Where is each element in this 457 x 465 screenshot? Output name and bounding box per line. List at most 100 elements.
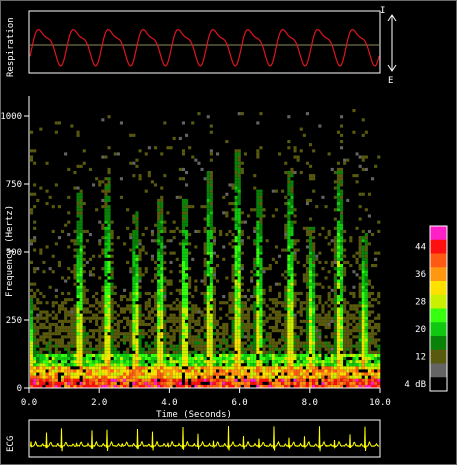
y-tick-label: 750 [6,180,22,190]
spectrogram-cell [305,273,309,277]
spectrogram-cell [206,223,210,227]
spectrogram-cell [358,372,362,376]
spectrogram-cell [247,307,251,311]
spectrogram-cell [312,236,316,240]
spectrogram-cell [209,381,213,385]
spectrogram-cell [76,338,80,342]
spectrogram-cell [107,270,111,274]
spectrogram-cell [293,254,297,258]
spectrogram-cell [67,298,71,302]
spectrogram-cell [340,251,344,255]
spectrogram-cell [126,360,130,364]
spectrogram-cell [349,304,353,308]
spectrogram-cell [169,229,173,233]
spectrogram-cell [132,291,136,295]
spectrogram-cell [30,242,34,246]
spectrogram-cell [76,341,80,345]
spectrogram-cell [268,332,272,336]
spectrogram-cell [293,353,297,357]
spectrogram-cell [169,279,173,283]
spectrogram-cell [219,341,223,345]
spectrogram-cell [216,338,220,342]
spectrogram-cell [135,360,139,364]
spectrogram-cell [48,329,52,333]
spectrogram-cell [188,313,192,317]
spectrogram-cell [324,378,328,382]
spectrogram-cell [209,236,213,240]
spectrogram-cell [150,381,154,385]
spectrogram-cell [349,332,353,336]
spectrogram-cell [225,372,229,376]
spectrogram-cell [281,338,285,342]
spectrogram-cell [54,316,58,320]
spectrogram-cell [185,223,189,227]
spectrogram-cell [181,242,185,246]
spectrogram-cell [144,350,148,354]
spectrogram-cell [79,198,83,202]
spectrogram-cell [104,245,108,249]
spectrogram-cell [101,198,105,202]
spectrogram-cell [309,248,313,252]
spectrogram-cell [259,112,263,116]
spectrogram-cell [340,338,344,342]
spectrogram-cell [377,360,381,364]
spectrogram-cell [312,298,316,302]
spectrogram-cell [312,270,316,274]
spectrogram-cell [336,335,340,339]
spectrogram-cell [352,295,356,299]
spectrogram-cell [333,319,337,323]
spectrogram-cell [76,226,80,230]
spectrogram-cell [250,350,254,354]
spectrogram-cell [61,338,65,342]
spectrogram-cell [222,195,226,199]
spectrogram-cell [228,369,232,373]
spectrogram-cell [178,264,182,268]
spectrogram-cell [169,335,173,339]
spectrogram-cell [327,285,331,289]
spectrogram-cell [147,357,151,361]
spectrogram-cell [113,375,117,379]
spectrogram-cell [240,375,244,379]
spectrogram-cell [203,177,207,181]
spectrogram-cell [358,251,362,255]
spectrogram-cell [309,329,313,333]
spectrogram-cell [253,335,257,339]
spectrogram-cell [234,152,238,156]
ecg-plot-frame [28,419,381,458]
spectrogram-cell [185,202,189,206]
spectrogram-cell [132,267,136,271]
spectrogram-cell [57,319,61,323]
spectrogram-cell [265,335,269,339]
spectrogram-cell [219,233,223,237]
spectrogram-cell [281,189,285,193]
spectrogram-cell [175,369,179,373]
spectrogram-cell [265,350,269,354]
spectrogram-cell [336,375,340,379]
spectrogram-cell [234,360,238,364]
spectrogram-cell [268,335,272,339]
spectrogram-cell [79,301,83,305]
spectrogram-cell [330,260,334,264]
spectrogram-cell [178,366,182,370]
spectrogram-cell [256,310,260,314]
spectrogram-cell [231,270,235,274]
spectrogram-cell [104,288,108,292]
spectrogram-cell [85,229,89,233]
spectrogram-cell [54,360,58,364]
spectrogram-cell [104,347,108,351]
spectrogram-cell [358,378,362,382]
spectrogram-cell [178,381,182,385]
spectrogram-cell [333,217,337,221]
spectrogram-cell [228,242,232,246]
spectrogram-cell [67,267,71,271]
spectrogram-cell [82,270,86,274]
spectrogram-cell [250,363,254,367]
spectrogram-cell [157,298,161,302]
spectrogram-cell [312,338,316,342]
spectrogram-cell [290,276,294,280]
spectrogram-cell [169,338,173,342]
spectrogram-cell [178,353,182,357]
spectrogram-cell [188,279,192,283]
spectrogram-cell [340,319,344,323]
spectrogram-cell [212,226,216,230]
